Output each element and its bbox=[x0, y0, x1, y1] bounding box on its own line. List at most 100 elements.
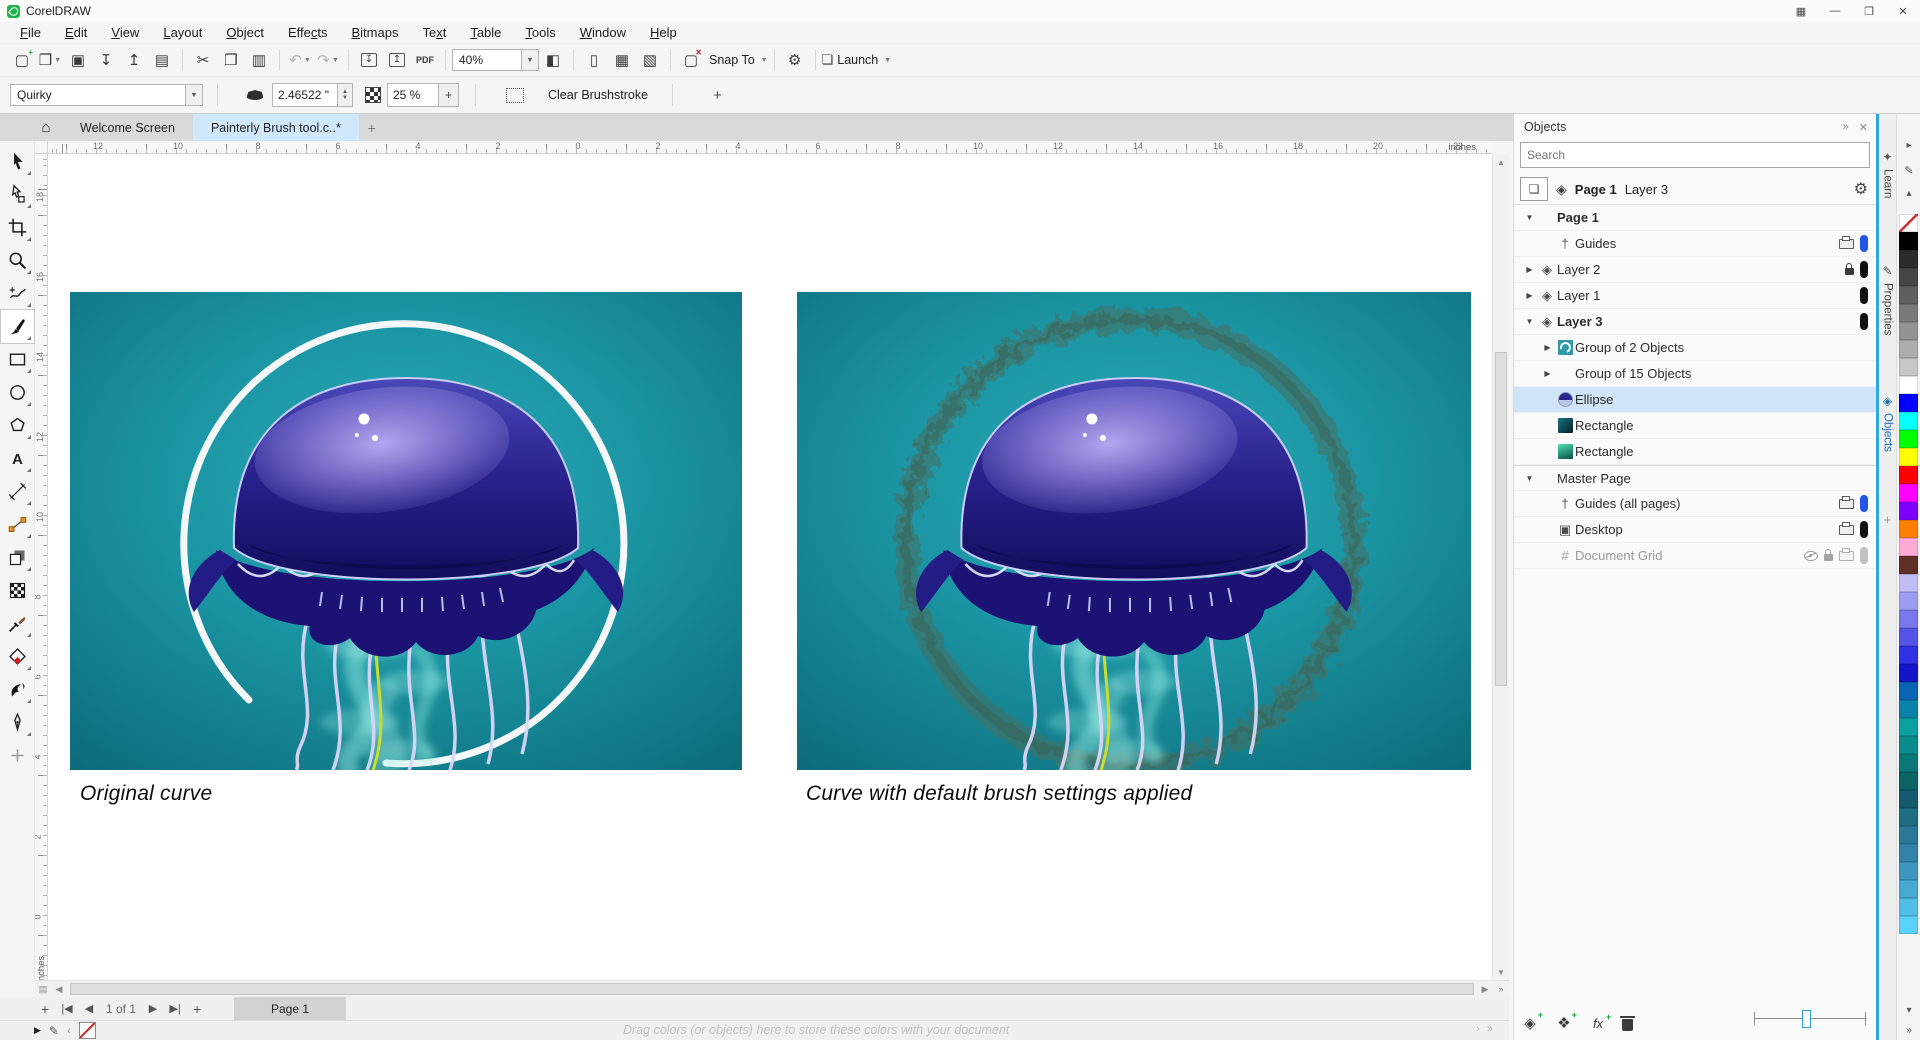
pick-tool[interactable] bbox=[1, 145, 34, 178]
tree-row-layer-3[interactable]: ▼◈Layer 3 bbox=[1514, 309, 1876, 335]
color-swatch[interactable] bbox=[1899, 628, 1918, 646]
color-eyedropper-icon[interactable]: ✎ bbox=[49, 1024, 59, 1038]
drawing-canvas[interactable]: Original curve Curve with default brush … bbox=[48, 154, 1492, 980]
collapse-icon[interactable]: ‹ bbox=[67, 1025, 71, 1037]
menu-text[interactable]: Text bbox=[410, 25, 458, 40]
edit-indicator-pill[interactable] bbox=[1860, 547, 1868, 564]
rulers-toggle-icon[interactable]: ▯ bbox=[581, 48, 607, 72]
save-icon[interactable]: ▣ bbox=[65, 48, 91, 72]
drop-shadow-tool[interactable] bbox=[1, 541, 34, 574]
palette-eyedropper-icon[interactable]: ✎ bbox=[1897, 164, 1920, 177]
scroll-up-icon[interactable]: ▲ bbox=[1493, 154, 1509, 170]
color-swatch[interactable] bbox=[1899, 844, 1918, 862]
shape-tool[interactable] bbox=[1, 178, 34, 211]
expander-open-icon[interactable]: ▼ bbox=[1522, 317, 1537, 326]
painterly-brush-tool[interactable] bbox=[1, 310, 34, 343]
brushed-curve-image[interactable] bbox=[797, 292, 1471, 770]
edit-indicator-pill[interactable] bbox=[1860, 287, 1868, 304]
expander-open-icon[interactable]: ▼ bbox=[1522, 474, 1537, 483]
color-swatch[interactable] bbox=[1899, 286, 1918, 304]
menu-tools[interactable]: Tools bbox=[513, 25, 567, 40]
color-eyedropper-tool[interactable] bbox=[1, 607, 34, 640]
color-swatch[interactable] bbox=[1899, 880, 1918, 898]
color-swatch[interactable] bbox=[1899, 250, 1918, 268]
color-swatch[interactable] bbox=[1899, 682, 1918, 700]
opacity-slider-handle[interactable] bbox=[1802, 1010, 1811, 1028]
smear-tool[interactable] bbox=[1, 673, 34, 706]
nib-size-field[interactable]: 2.46522 " bbox=[272, 83, 338, 107]
expander-closed-icon[interactable]: ▶ bbox=[1522, 265, 1537, 274]
color-swatch[interactable] bbox=[1899, 376, 1918, 394]
edit-indicator-pill[interactable] bbox=[1860, 495, 1868, 512]
paste-icon[interactable]: ▥ bbox=[246, 48, 272, 72]
tree-row-page-1[interactable]: ▼Page 1 bbox=[1514, 205, 1876, 231]
text-tool[interactable]: A bbox=[1, 442, 34, 475]
menu-bitmaps[interactable]: Bitmaps bbox=[339, 25, 410, 40]
open-folder-icon[interactable]: ❐▼ bbox=[37, 48, 63, 72]
docker-tab-objects[interactable]: ◈Objects bbox=[1879, 394, 1896, 452]
menu-edit[interactable]: Edit bbox=[53, 25, 99, 40]
scroll-far-right-icon[interactable]: » bbox=[1493, 984, 1509, 994]
color-swatch[interactable] bbox=[1899, 340, 1918, 358]
printer-icon[interactable] bbox=[1839, 239, 1854, 249]
expander-closed-icon[interactable]: ▶ bbox=[1522, 291, 1537, 300]
add-brush-button[interactable]: + bbox=[713, 87, 722, 104]
freehand-tool[interactable] bbox=[1, 277, 34, 310]
color-swatch[interactable] bbox=[1899, 322, 1918, 340]
color-swatch[interactable] bbox=[1899, 610, 1918, 628]
import-icon[interactable]: ↧ bbox=[93, 48, 119, 72]
palette-scroll-up-icon[interactable]: ▴ bbox=[1897, 188, 1920, 199]
minimize-button[interactable]: — bbox=[1818, 0, 1852, 22]
eye-icon[interactable] bbox=[1804, 551, 1818, 561]
object-search[interactable] bbox=[1520, 142, 1870, 168]
new-layer-button[interactable]: ◈+ bbox=[1520, 1014, 1540, 1032]
color-swatch[interactable] bbox=[1899, 862, 1918, 880]
scroll-right-icon[interactable]: ▶ bbox=[1477, 984, 1493, 995]
workspace-icon[interactable]: ▦ bbox=[1784, 0, 1818, 22]
color-swatch[interactable] bbox=[1899, 592, 1918, 610]
menu-object[interactable]: Object bbox=[214, 25, 276, 40]
vertical-ruler[interactable]: inches 181614121086420 bbox=[35, 154, 48, 980]
color-swatch[interactable] bbox=[1899, 538, 1918, 556]
menu-help[interactable]: Help bbox=[638, 25, 689, 40]
color-swatch[interactable] bbox=[1899, 520, 1918, 538]
export-icon[interactable]: ↥ bbox=[121, 48, 147, 72]
rectangle-tool[interactable] bbox=[1, 343, 34, 376]
document-tab-1[interactable]: Welcome Screen bbox=[62, 114, 193, 141]
copy-icon[interactable]: ❒ bbox=[218, 48, 244, 72]
palette-flyout-icon[interactable]: ▸ bbox=[1897, 140, 1920, 151]
color-swatch[interactable] bbox=[1899, 574, 1918, 592]
menu-table[interactable]: Table bbox=[458, 25, 513, 40]
zoom-tool[interactable] bbox=[1, 244, 34, 277]
color-swatch[interactable] bbox=[1899, 754, 1918, 772]
docker-settings-gear-icon[interactable]: ⚙ bbox=[1854, 179, 1868, 199]
print-icon[interactable]: ▤ bbox=[149, 48, 175, 72]
edit-indicator-pill[interactable] bbox=[1860, 261, 1868, 278]
transparency-tool[interactable] bbox=[1, 574, 34, 607]
home-tab[interactable]: ⌂ bbox=[30, 114, 62, 141]
snap-to-dropdown[interactable]: Snap To▼ bbox=[705, 53, 768, 67]
undo-icon[interactable]: ↶▼ bbox=[287, 48, 313, 72]
menu-layout[interactable]: Layout bbox=[151, 25, 214, 40]
menu-effects[interactable]: Effects bbox=[276, 25, 340, 40]
add-tool-button[interactable] bbox=[1, 739, 34, 772]
brush-transparency-field[interactable]: 25 % bbox=[387, 83, 439, 107]
scroll-down-icon[interactable]: ▼ bbox=[1493, 964, 1509, 980]
tree-row-ellipse[interactable]: Ellipse bbox=[1514, 387, 1876, 413]
vertical-scrollbar[interactable]: ▲ ▼ bbox=[1492, 154, 1509, 980]
tree-row-layer-1[interactable]: ▶◈Layer 1 bbox=[1514, 283, 1876, 309]
add-docker-button[interactable]: + bbox=[1879, 512, 1896, 527]
next-page-button[interactable]: ▶ bbox=[142, 1002, 164, 1015]
new-master-layer-button[interactable]: ❖+ bbox=[1554, 1014, 1574, 1032]
brushstroke-border-icon[interactable] bbox=[506, 88, 524, 103]
document-tab-2[interactable]: Painterly Brush tool.c..* bbox=[193, 114, 359, 141]
ellipse-tool[interactable] bbox=[1, 376, 34, 409]
color-swatch[interactable] bbox=[1899, 664, 1918, 682]
crop-tool[interactable] bbox=[1, 211, 34, 244]
expander-closed-icon[interactable]: ▶ bbox=[1540, 369, 1555, 378]
ruler-origin[interactable] bbox=[35, 141, 48, 154]
edit-indicator-pill[interactable] bbox=[1860, 235, 1868, 252]
tree-row-master-page[interactable]: ▼Master Page bbox=[1514, 465, 1876, 491]
export-document-icon[interactable]: ↥ bbox=[384, 48, 410, 72]
menu-view[interactable]: View bbox=[99, 25, 151, 40]
